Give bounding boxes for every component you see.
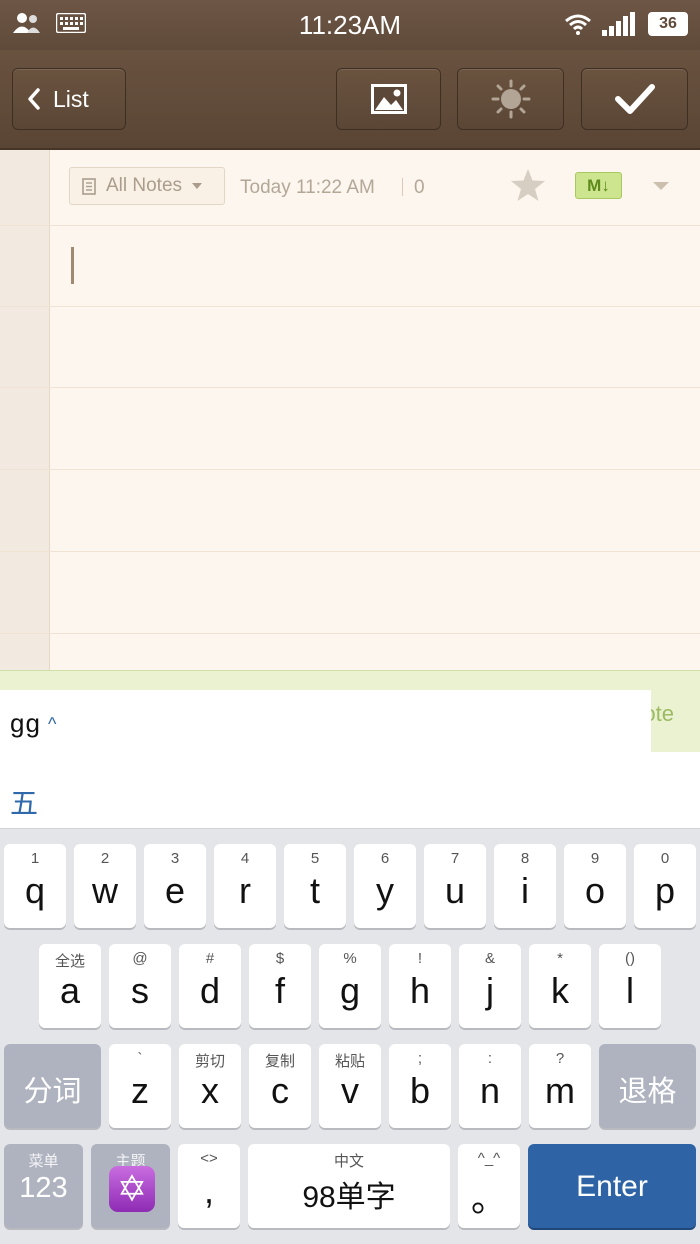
theme-key[interactable]: 主题 ✡ <box>91 1144 170 1228</box>
period-key[interactable]: ^_^。 <box>458 1144 520 1228</box>
battery-indicator: 36 <box>648 12 688 36</box>
star-icon[interactable] <box>510 168 546 202</box>
ime-caret-icon: ^ <box>48 714 57 734</box>
notebook-icon <box>82 177 96 195</box>
ruled-line <box>0 387 700 388</box>
number-key[interactable]: 菜单 123 <box>4 1144 83 1228</box>
key-b[interactable]: ; b <box>389 1044 451 1128</box>
key-p[interactable]: 0p <box>634 844 696 928</box>
key-k[interactable]: * k <box>529 944 591 1028</box>
key-i[interactable]: 8i <box>494 844 556 928</box>
backspace-key[interactable]: 退格 <box>599 1044 696 1128</box>
key-r[interactable]: 4r <box>214 844 276 928</box>
key-h[interactable]: ! h <box>389 944 451 1028</box>
wifi-icon <box>565 14 591 35</box>
chevron-left-icon <box>28 88 40 110</box>
key-u[interactable]: 7u <box>424 844 486 928</box>
insert-image-button[interactable] <box>336 68 441 130</box>
more-options-caret-icon[interactable] <box>653 182 669 190</box>
key-l[interactable]: () l <box>599 944 661 1028</box>
star-of-david-icon: ✡ <box>109 1166 155 1212</box>
ime-candidate[interactable]: 五 <box>10 782 38 822</box>
markdown-badge[interactable]: M↓ <box>575 172 622 199</box>
key-z[interactable]: ` z <box>109 1044 171 1128</box>
text-cursor <box>71 247 74 284</box>
brightness-button[interactable] <box>457 68 564 130</box>
status-bar: 11:23AM 36 <box>0 0 700 50</box>
ruled-line <box>0 225 700 226</box>
ime-composition-text: gg <box>10 708 41 738</box>
key-n[interactable]: :n <box>459 1044 521 1128</box>
word-count: 0 <box>414 177 425 198</box>
ruled-line <box>0 469 700 470</box>
key-y[interactable]: 6y <box>354 844 416 928</box>
key-c[interactable]: 复制 c <box>249 1044 311 1128</box>
back-button-label: List <box>53 85 89 112</box>
signal-icon <box>602 12 635 36</box>
segment-key[interactable]: 分词 <box>4 1044 101 1128</box>
meta-divider <box>402 178 403 196</box>
ruled-line <box>0 551 700 552</box>
notebook-selector[interactable]: All Notes <box>69 167 225 205</box>
image-icon <box>370 84 407 114</box>
key-j[interactable]: & j <box>459 944 521 1028</box>
key-m[interactable]: ? m <box>529 1044 591 1128</box>
note-editor[interactable]: All Notes Today 11:22 AM 0 M↓ <box>0 150 700 670</box>
comma-key[interactable]: <>, <box>178 1144 240 1228</box>
key-d[interactable]: # d <box>179 944 241 1028</box>
ime-composition-bar: gg ^ <box>0 690 651 752</box>
key-e[interactable]: 3e <box>144 844 206 928</box>
keyboard: 1q 2w 3e 4r 5t 6y 7u 8i 9o 0p 全选 a @ s # d … <box>0 828 700 1244</box>
key-f[interactable]: $ f <box>249 944 311 1028</box>
dropdown-caret-icon <box>192 183 203 189</box>
note-meta-bar: All Notes Today 11:22 AM 0 M↓ <box>50 150 700 225</box>
key-a[interactable]: 全选 a <box>39 944 101 1028</box>
enter-key[interactable]: Enter <box>528 1144 696 1228</box>
ime-candidate-bar: 五 <box>0 752 700 828</box>
key-x[interactable]: 剪切 x <box>179 1044 241 1128</box>
back-to-list-button[interactable]: List <box>12 68 126 130</box>
checkmark-icon <box>614 84 655 114</box>
sun-icon <box>491 79 530 119</box>
space-key[interactable]: 中文 98单字 <box>248 1144 450 1228</box>
ruled-line <box>0 306 700 307</box>
notebook-name: All Notes <box>106 175 183 196</box>
note-date: Today 11:22 AM <box>240 177 375 198</box>
key-w[interactable]: 2w <box>74 844 136 928</box>
note-margin <box>0 150 50 670</box>
note-toolbar: List <box>0 50 700 150</box>
key-g[interactable]: % g <box>319 944 381 1028</box>
key-s[interactable]: @ s <box>109 944 171 1028</box>
key-t[interactable]: 5t <box>284 844 346 928</box>
key-v[interactable]: 粘贴 v <box>319 1044 381 1128</box>
ruled-line <box>0 633 700 634</box>
key-o[interactable]: 9o <box>564 844 626 928</box>
key-q[interactable]: 1q <box>4 844 66 928</box>
done-button[interactable] <box>581 68 688 130</box>
